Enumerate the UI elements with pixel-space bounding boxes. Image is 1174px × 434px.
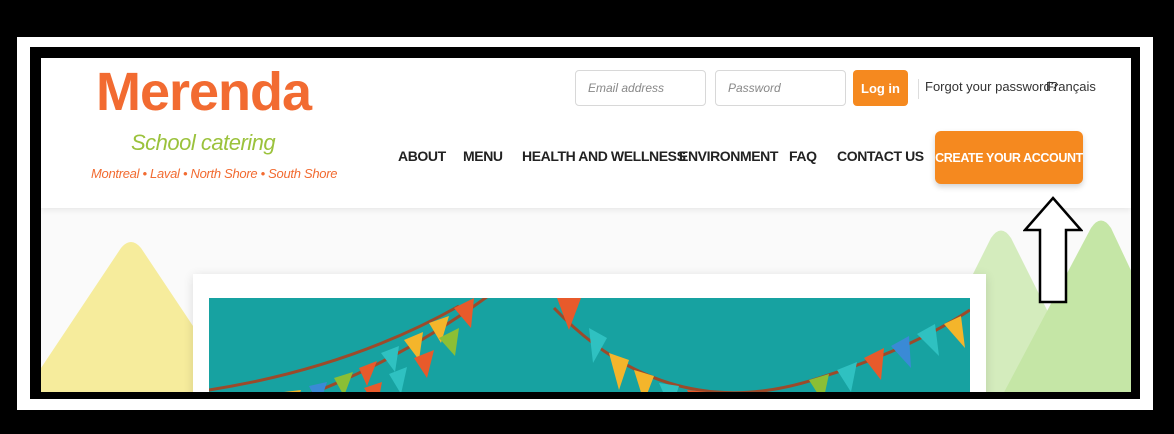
nav-item-menu[interactable]: MENU [463,148,503,164]
login-button[interactable]: Log in [853,70,908,106]
nav-item-environment[interactable]: ENVIRONMENT [679,148,778,164]
language-switch-link[interactable]: Français [1046,79,1096,94]
bunting-illustration [209,298,970,392]
email-field[interactable]: Email address [575,70,706,106]
create-account-button[interactable]: CREATE YOUR ACCOUNT [935,131,1083,184]
hero-card [193,274,986,392]
nav-item-health-and-wellness[interactable]: HEALTH AND WELLNESS [522,148,686,164]
nav-item-about[interactable]: ABOUT [398,148,446,164]
forgot-password-link[interactable]: Forgot your password? [925,79,1058,94]
logo-tagline: School catering [131,130,276,155]
logo-regions: Montreal • Laval • North Shore • South S… [91,166,338,181]
logo-wordmark[interactable]: Merenda [96,60,312,124]
password-field[interactable]: Password [715,70,846,106]
nav-item-faq[interactable]: FAQ [789,148,817,164]
bunting-banner-image [209,298,970,392]
site-header: Merenda School catering Montreal • Laval… [41,58,1131,208]
header-divider [918,79,919,99]
up-arrow-icon [1023,196,1083,304]
nav-item-contact-us[interactable]: CONTACT US [837,148,924,164]
browser-viewport: Merenda School catering Montreal • Laval… [41,58,1131,392]
